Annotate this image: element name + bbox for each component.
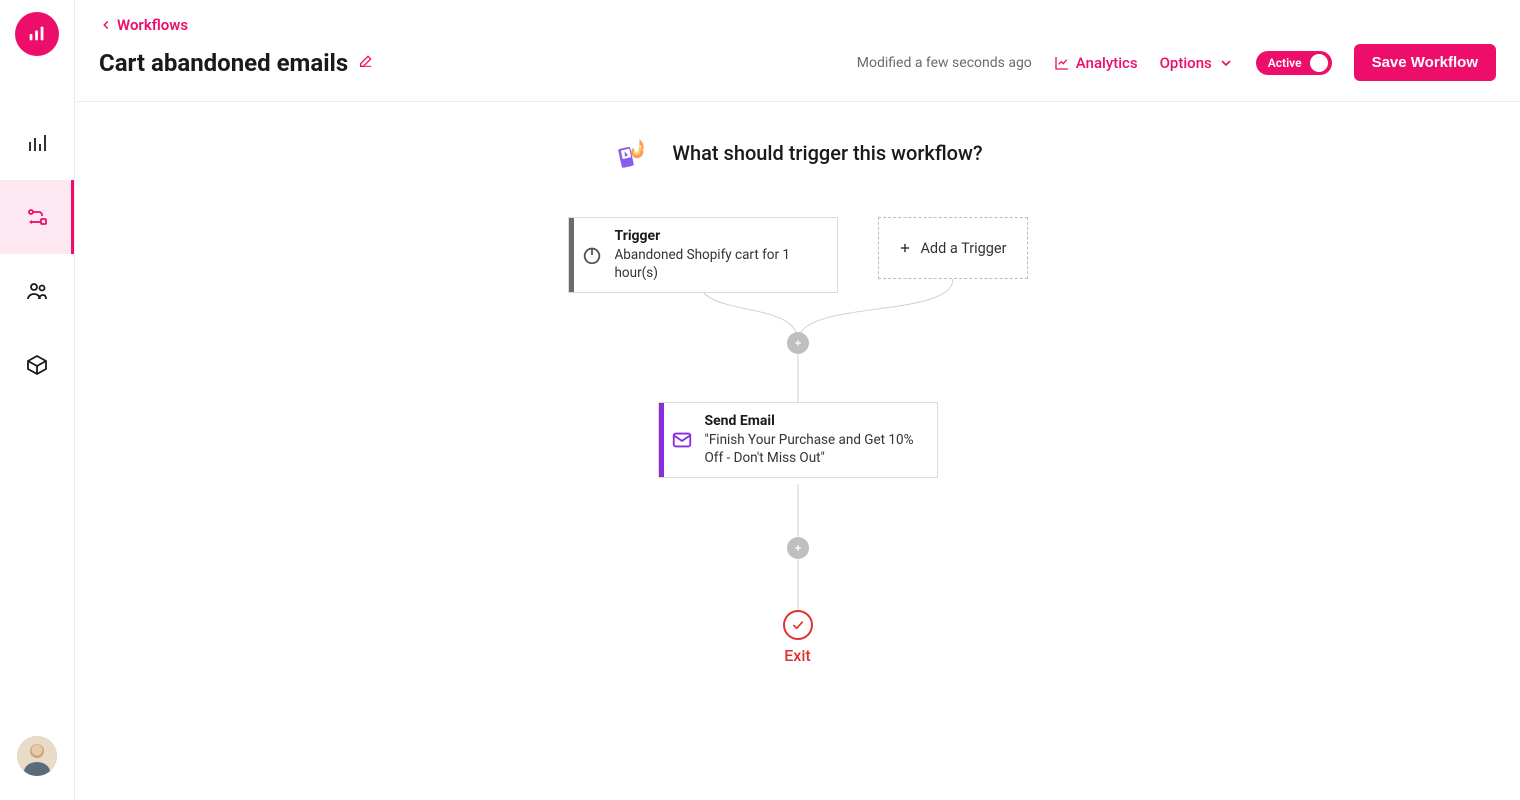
nav-analytics[interactable] (0, 106, 74, 180)
user-avatar[interactable] (17, 736, 57, 776)
modified-timestamp: Modified a few seconds ago (857, 55, 1032, 71)
save-workflow-button[interactable]: Save Workflow (1354, 44, 1496, 81)
power-icon (581, 244, 603, 266)
workflow-icon (25, 205, 49, 229)
add-trigger-label: Add a Trigger (920, 240, 1006, 257)
trigger-desc: Abandoned Shopify cart for 1 hour(s) (615, 246, 825, 282)
edit-title-button[interactable] (358, 53, 374, 73)
toggle-label: Active (1268, 56, 1302, 70)
main: Workflows Cart abandoned emails Modified… (75, 0, 1520, 800)
connector-line (797, 353, 798, 402)
analytics-link[interactable]: Analytics (1054, 54, 1138, 72)
header: Workflows Cart abandoned emails Modified… (75, 0, 1520, 102)
bar-chart-icon (26, 23, 48, 45)
mail-icon (671, 429, 693, 451)
options-dropdown[interactable]: Options (1160, 54, 1234, 72)
nav-workflows[interactable] (0, 180, 74, 254)
lighter-flame-icon (612, 132, 654, 174)
bar-chart-icon (25, 131, 49, 155)
breadcrumb-workflows[interactable]: Workflows (99, 16, 1496, 34)
plus-icon (793, 338, 803, 348)
app-logo[interactable] (15, 12, 59, 56)
trigger-title: Trigger (615, 228, 825, 244)
chevron-down-icon (1218, 55, 1234, 71)
avatar-icon (17, 736, 57, 776)
add-step-button-1[interactable] (787, 332, 809, 354)
add-trigger-button[interactable]: Add a Trigger (878, 217, 1028, 279)
exit-node: Exit (783, 610, 813, 665)
options-label: Options (1160, 54, 1212, 72)
chart-line-icon (1054, 55, 1070, 71)
analytics-label: Analytics (1076, 54, 1138, 72)
nav-inbox[interactable] (0, 328, 74, 402)
plus-icon (793, 543, 803, 553)
connector-line (797, 559, 798, 610)
breadcrumb-label: Workflows (117, 16, 188, 34)
connector-line (797, 484, 798, 537)
sidebar (0, 0, 75, 800)
people-icon (25, 279, 49, 303)
pencil-icon (358, 53, 374, 69)
email-desc: "Finish Your Purchase and Get 10% Off - … (705, 431, 925, 467)
workflow-canvas[interactable]: What should trigger this workflow? Trigg… (75, 102, 1520, 800)
exit-label: Exit (784, 646, 811, 665)
active-toggle[interactable]: Active (1256, 51, 1332, 75)
toggle-knob (1310, 54, 1328, 72)
check-icon (790, 617, 806, 633)
box-icon (25, 353, 49, 377)
hero-text: What should trigger this workflow? (672, 141, 982, 165)
hero: What should trigger this workflow? (612, 132, 982, 174)
nav-people[interactable] (0, 254, 74, 328)
email-title: Send Email (705, 413, 925, 429)
add-step-button-2[interactable] (787, 537, 809, 559)
trigger-node[interactable]: Trigger Abandoned Shopify cart for 1 hou… (568, 217, 838, 293)
chevron-left-icon (99, 18, 113, 32)
page-title: Cart abandoned emails (99, 49, 348, 77)
send-email-node[interactable]: Send Email "Finish Your Purchase and Get… (658, 402, 938, 478)
exit-circle (783, 610, 813, 640)
plus-icon (898, 241, 912, 255)
